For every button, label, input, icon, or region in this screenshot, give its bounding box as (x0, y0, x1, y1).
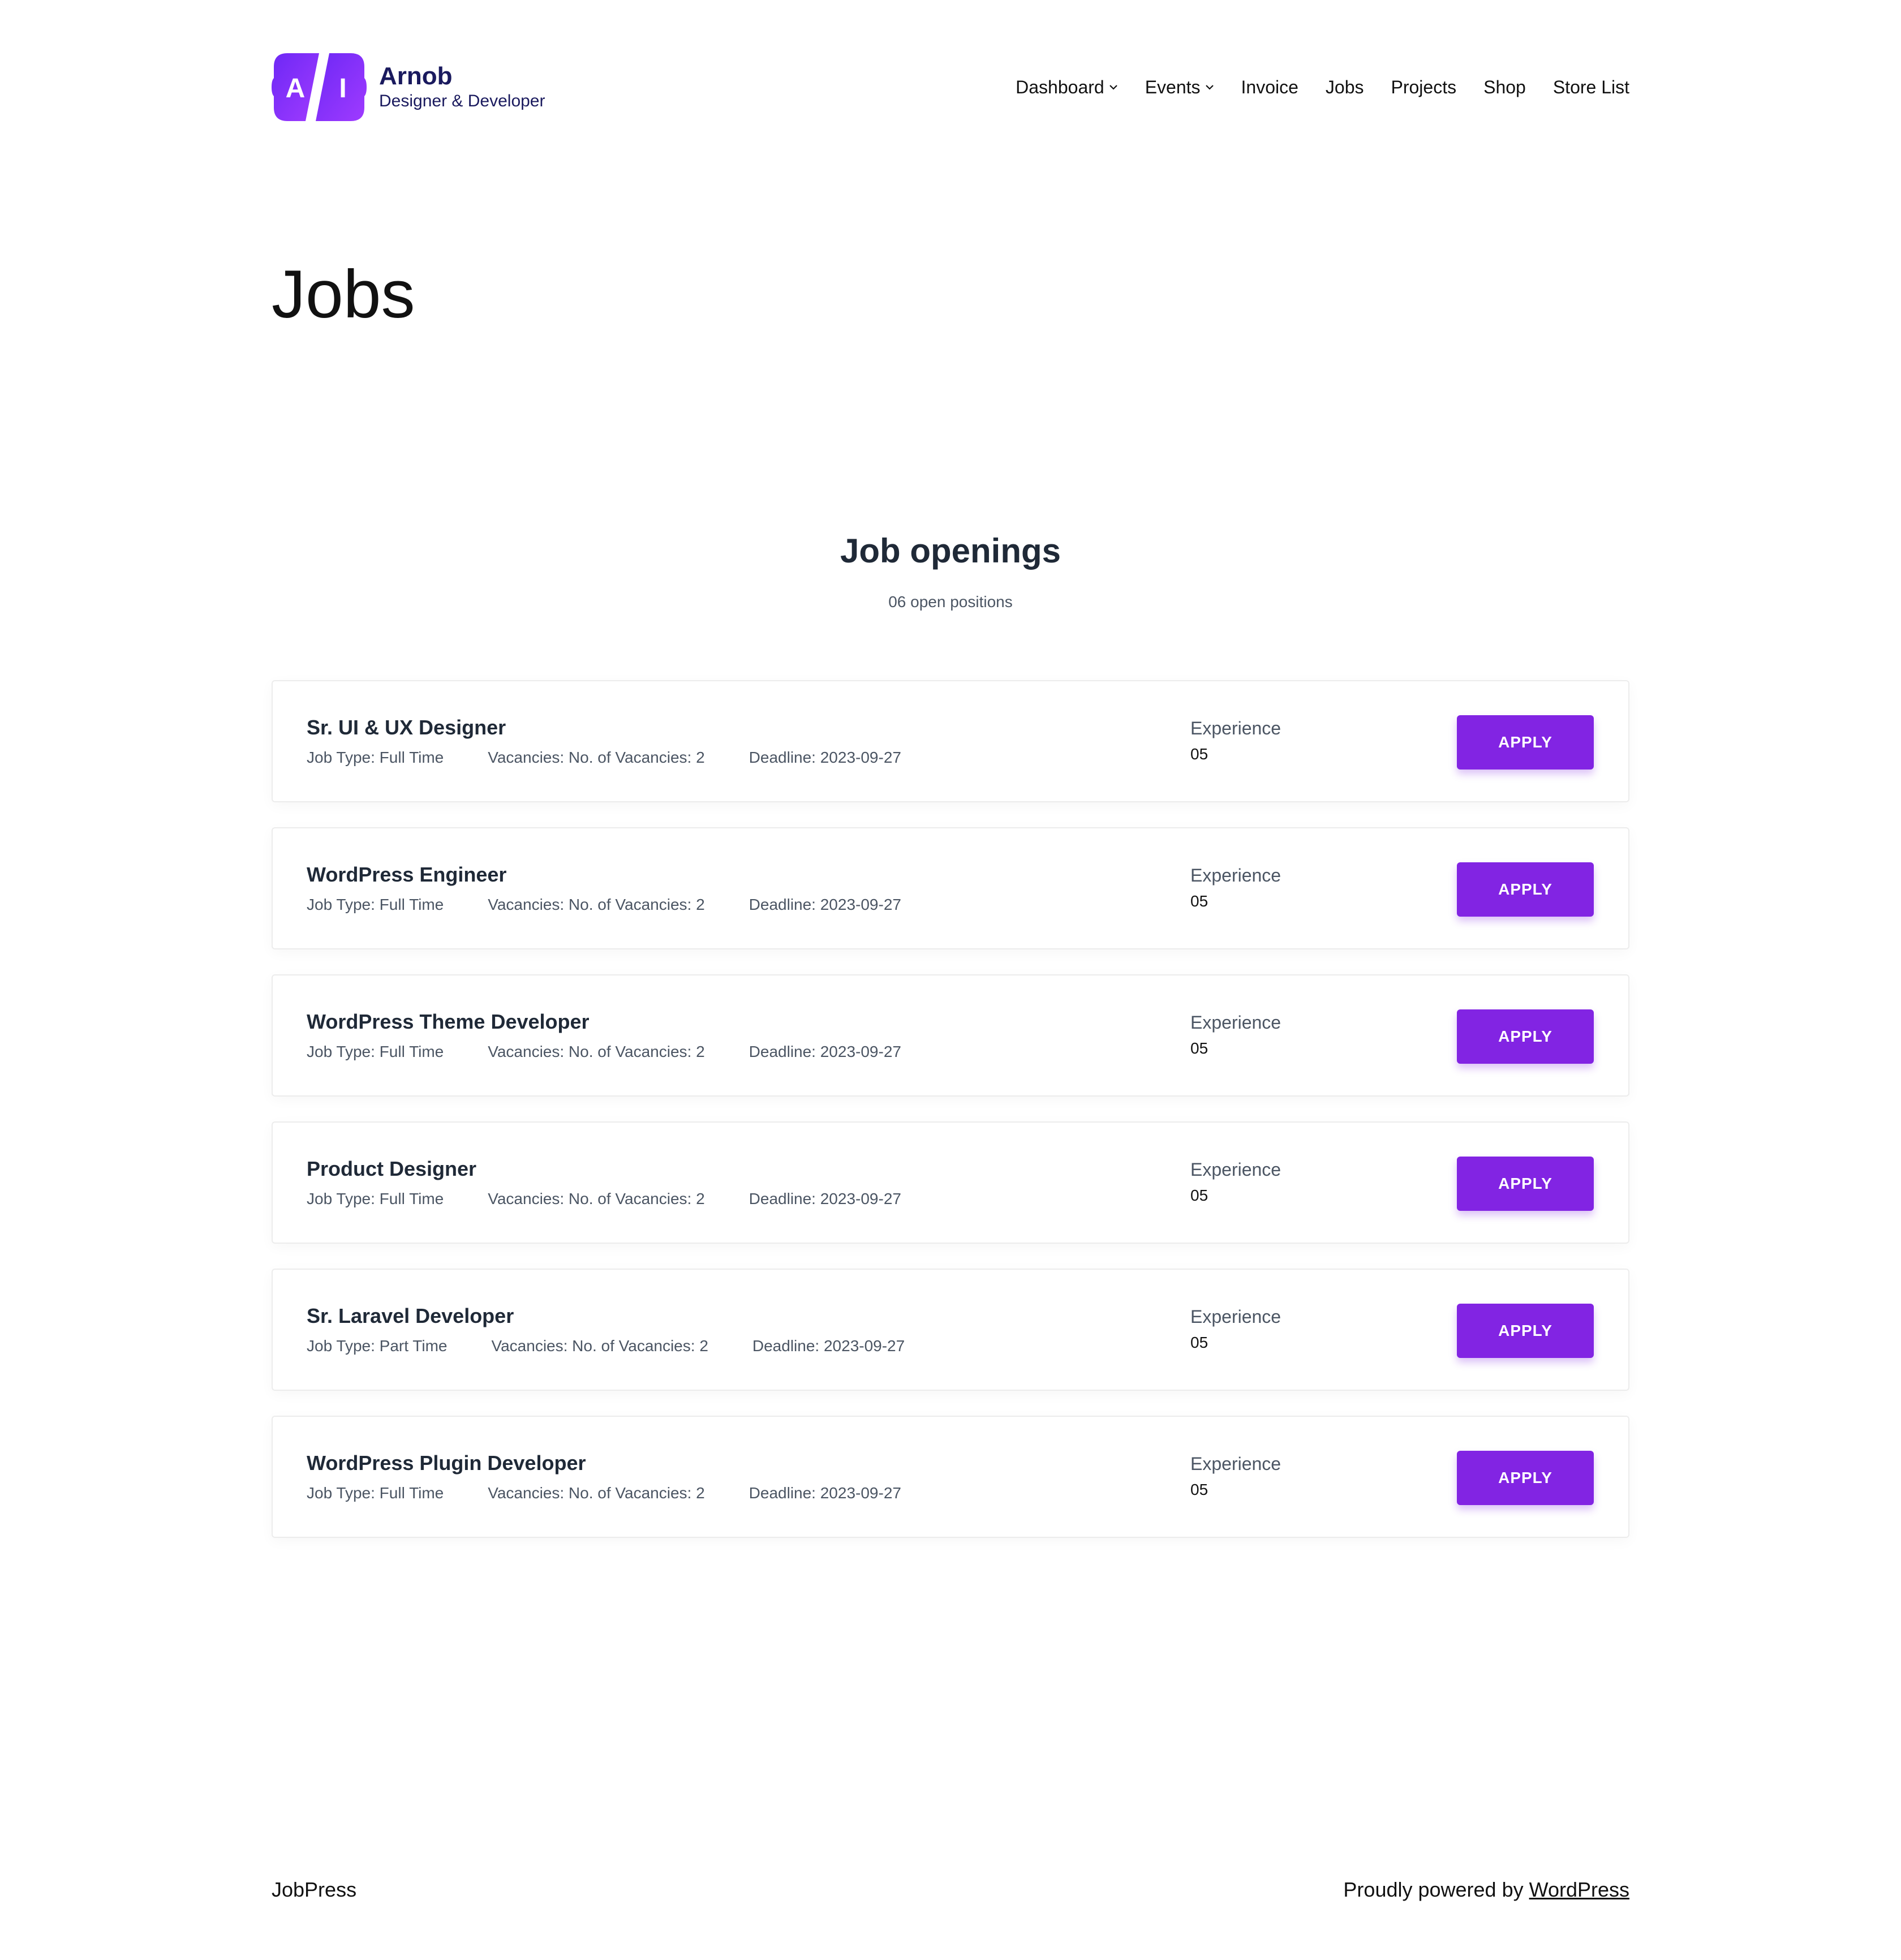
nav-item-label: Dashboard (1016, 76, 1104, 97)
job-vacancies: Vacancies: No. of Vacancies: 2 (488, 1043, 705, 1060)
brand-name: Arnob (379, 62, 453, 90)
job-title[interactable]: Sr. UI & UX Designer (307, 715, 506, 740)
job-experience: Experience 05 (1190, 1012, 1281, 1058)
job-experience: Experience 05 (1190, 1306, 1281, 1352)
experience-value: 05 (1190, 1481, 1208, 1498)
apply-button[interactable]: APPLY (1457, 862, 1594, 917)
job-vacancies: Vacancies: No. of Vacancies: 2 (488, 1190, 705, 1207)
experience-label: Experience (1190, 865, 1281, 886)
nav-item-invoice[interactable]: Invoice (1241, 77, 1298, 98)
job-card: Sr. Laravel Developer Job Type: Part Tim… (272, 1269, 1629, 1391)
chevron-down-icon (1109, 85, 1117, 90)
job-openings-header: Job openings 06 open positions (272, 527, 1629, 612)
site-header: A I Arnob Designer & Developer Dashboard… (272, 50, 1629, 124)
job-experience: Experience 05 (1190, 1159, 1281, 1205)
apply-button[interactable]: APPLY (1457, 1009, 1594, 1064)
apply-button[interactable]: APPLY (1457, 715, 1594, 770)
job-card: Product Designer Job Type: Full Time Vac… (272, 1121, 1629, 1244)
apply-button[interactable]: APPLY (1457, 1304, 1594, 1358)
experience-value: 05 (1190, 892, 1208, 910)
nav-item-jobs[interactable]: Jobs (1326, 77, 1364, 98)
logo-letter-a: A (286, 74, 306, 104)
job-type: Job Type: Full Time (307, 896, 444, 913)
job-vacancies: Vacancies: No. of Vacancies: 2 (488, 896, 705, 913)
job-meta: Job Type: Full Time Vacancies: No. of Va… (307, 895, 945, 914)
logo-icon: A I (272, 53, 367, 121)
section-title: Job openings (840, 532, 1061, 570)
job-title[interactable]: Product Designer (307, 1157, 476, 1181)
nav-item-projects[interactable]: Projects (1391, 77, 1457, 98)
job-deadline: Deadline: 2023-09-27 (749, 896, 901, 913)
job-deadline: Deadline: 2023-09-27 (749, 1484, 901, 1502)
job-card: Sr. UI & UX Designer Job Type: Full Time… (272, 680, 1629, 802)
main-nav: Dashboard Events Invoice Jobs Projects S… (1016, 50, 1629, 124)
logo-letter-i: I (339, 74, 346, 104)
job-deadline: Deadline: 2023-09-27 (749, 1190, 901, 1207)
job-experience: Experience 05 (1190, 717, 1281, 764)
brand-tagline: Designer & Developer (379, 92, 545, 110)
job-type: Job Type: Part Time (307, 1337, 448, 1355)
experience-value: 05 (1190, 1187, 1208, 1204)
job-title[interactable]: WordPress Plugin Developer (307, 1451, 586, 1476)
experience-label: Experience (1190, 1159, 1281, 1180)
job-card: WordPress Plugin Developer Job Type: Ful… (272, 1416, 1629, 1538)
nav-item-label: Invoice (1241, 76, 1298, 97)
experience-label: Experience (1190, 718, 1281, 738)
experience-value: 05 (1190, 745, 1208, 763)
open-positions-count: 06 open positions (888, 593, 1013, 611)
job-meta: Job Type: Full Time Vacancies: No. of Va… (307, 748, 945, 767)
job-vacancies: Vacancies: No. of Vacancies: 2 (488, 1484, 705, 1502)
job-deadline: Deadline: 2023-09-27 (752, 1337, 905, 1355)
job-type: Job Type: Full Time (307, 749, 444, 766)
site-footer: JobPress Proudly powered by WordPress (272, 1873, 1629, 1907)
job-title[interactable]: WordPress Theme Developer (307, 1009, 590, 1034)
job-experience: Experience 05 (1190, 1453, 1281, 1499)
experience-label: Experience (1190, 1306, 1281, 1327)
nav-item-label: Jobs (1325, 76, 1364, 97)
job-type: Job Type: Full Time (307, 1043, 444, 1060)
job-card: WordPress Engineer Job Type: Full Time V… (272, 827, 1629, 949)
chevron-down-icon (1205, 85, 1214, 90)
nav-item-label: Projects (1391, 76, 1457, 97)
job-type: Job Type: Full Time (307, 1190, 444, 1207)
footer-credit-prefix: Proudly powered by (1343, 1878, 1529, 1901)
nav-item-store-list[interactable]: Store List (1553, 77, 1629, 98)
job-title[interactable]: Sr. Laravel Developer (307, 1304, 514, 1329)
nav-item-shop[interactable]: Shop (1483, 77, 1526, 98)
experience-value: 05 (1190, 1334, 1208, 1351)
nav-item-events[interactable]: Events (1145, 77, 1214, 98)
nav-item-dashboard[interactable]: Dashboard (1016, 77, 1118, 98)
nav-item-label: Store List (1552, 76, 1629, 97)
job-experience: Experience 05 (1190, 865, 1281, 911)
job-meta: Job Type: Part Time Vacancies: No. of Va… (307, 1336, 949, 1356)
experience-label: Experience (1190, 1012, 1281, 1033)
job-type: Job Type: Full Time (307, 1484, 444, 1502)
job-list: Sr. UI & UX Designer Job Type: Full Time… (272, 680, 1629, 1563)
nav-item-label: Events (1145, 76, 1201, 97)
nav-item-label: Shop (1483, 76, 1526, 97)
brand-text: Arnob Designer & Developer (379, 62, 545, 112)
job-meta: Job Type: Full Time Vacancies: No. of Va… (307, 1484, 945, 1503)
apply-button[interactable]: APPLY (1457, 1451, 1594, 1505)
job-deadline: Deadline: 2023-09-27 (749, 1043, 901, 1060)
job-meta: Job Type: Full Time Vacancies: No. of Va… (307, 1042, 945, 1061)
apply-button[interactable]: APPLY (1457, 1157, 1594, 1211)
job-title[interactable]: WordPress Engineer (307, 862, 506, 887)
experience-value: 05 (1190, 1039, 1208, 1057)
job-vacancies: Vacancies: No. of Vacancies: 2 (491, 1337, 708, 1355)
site-brand[interactable]: A I Arnob Designer & Developer (272, 50, 545, 124)
job-deadline: Deadline: 2023-09-27 (749, 749, 901, 766)
footer-site-name[interactable]: JobPress (272, 1878, 356, 1902)
page-title: Jobs (272, 256, 415, 332)
job-vacancies: Vacancies: No. of Vacancies: 2 (488, 749, 705, 766)
wordpress-link[interactable]: WordPress (1529, 1878, 1629, 1901)
footer-credit: Proudly powered by WordPress (1343, 1878, 1629, 1902)
experience-label: Experience (1190, 1454, 1281, 1474)
job-meta: Job Type: Full Time Vacancies: No. of Va… (307, 1189, 945, 1209)
job-card: WordPress Theme Developer Job Type: Full… (272, 974, 1629, 1097)
